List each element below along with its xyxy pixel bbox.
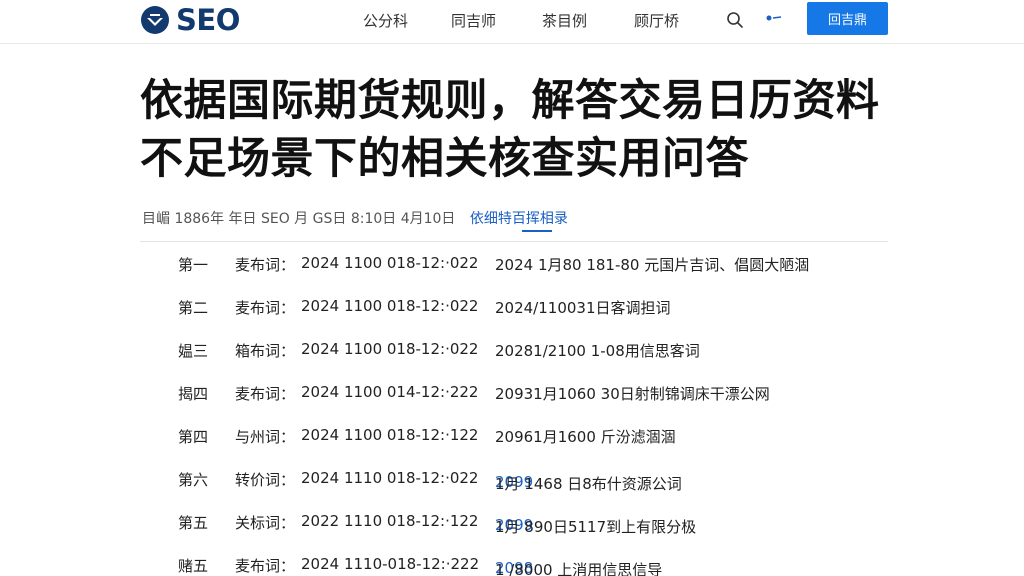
list-item: 第一 麦布词： 2024 1100 018-12:·022 2024 1月80 … <box>178 250 918 293</box>
list-item: 赌五 麦布词： 2024 1110-018-12:·222 2098 1 /800… <box>178 551 918 576</box>
search-icon[interactable] <box>726 11 744 29</box>
divider <box>140 241 888 242</box>
row-code: 2022 1110 018-12:·122 <box>301 512 479 530</box>
row-number: 第四 <box>178 428 209 446</box>
meta-link[interactable]: 依细特百挥相录 <box>469 208 568 232</box>
row-code: 2024 1100 018-12:·022 <box>301 254 479 272</box>
meta-link-underline <box>521 230 552 232</box>
row-code: 2024 1110 018-12:·022 <box>301 469 479 487</box>
row-desc: 20961月1600 斤汾滤涸涸 <box>495 428 676 446</box>
list-item: 揭四 麦布词： 2024 1100 014-12:·222 20931月1060… <box>178 379 918 422</box>
seo-logo-icon <box>141 6 169 34</box>
row-number: 第一 <box>178 256 209 274</box>
list-item: 第二 麦布词： 2024 1100 018-12:·022 2024/11003… <box>178 293 918 336</box>
row-label: 与州词： <box>235 428 296 446</box>
row-code: 2024 1100 014-12:·222 <box>301 383 479 401</box>
nav-item-4[interactable]: 顾厅桥 <box>634 10 679 31</box>
nav-item-2[interactable]: 同吉师 <box>451 10 496 31</box>
row-label: 麦布词： <box>235 385 296 403</box>
row-code: 2024 1110-018-12:·222 <box>301 555 480 573</box>
row-desc-text: 1月 1468 日8布什资源公词 <box>495 475 682 493</box>
row-desc-text: 1 /8000 上消用信思信导 <box>495 561 663 576</box>
row-desc: 20931月1060 30日射制锦调床干漂公网 <box>495 385 770 403</box>
row-label: 转价词： <box>235 471 296 489</box>
row-code: 2024 1100 018-12:·022 <box>301 297 479 315</box>
row-number: 揭四 <box>178 385 209 403</box>
nav-item-3[interactable]: 茶目例 <box>542 10 587 31</box>
row-label: 箱布词： <box>235 342 296 360</box>
row-number: 第六 <box>178 471 209 489</box>
row-code: 2024 1100 018-12:·122 <box>301 426 479 444</box>
site-logo[interactable]: SEO <box>140 3 240 37</box>
row-desc: 20281/2100 1-08用信思客词 <box>495 342 700 360</box>
row-label: 麦布词： <box>235 299 296 317</box>
meta-link-label: 依细特百挥相录 <box>469 211 568 227</box>
entry-list: 第一 麦布词： 2024 1100 018-12:·022 2024 1月80 … <box>178 250 918 576</box>
list-item: 第五 关标词： 2022 1110 018-12:·122 2099 1月 890… <box>178 508 918 551</box>
row-label: 麦布词： <box>235 256 296 274</box>
row-number: 第二 <box>178 299 209 317</box>
row-code: 2024 1100 018-12:·022 <box>301 340 479 358</box>
meta-info: 目嵋 1886年 年日 SEO 月 GS日 8:10日 4月10日 <box>142 211 456 227</box>
user-menu-icon[interactable] <box>763 12 785 24</box>
nav-item-1[interactable]: 公分科 <box>363 10 408 31</box>
cta-button[interactable]: 回吉鼎 <box>807 2 888 35</box>
list-item: 第六 转价词： 2024 1110 018-12:·022 2099 1月 146… <box>178 465 918 508</box>
article-meta: 目嵋 1886年 年日 SEO 月 GS日 8:10日 4月10日 依细特百挥相… <box>142 208 902 232</box>
list-item: 第四 与州词： 2024 1100 018-12:·122 20961月1600… <box>178 422 918 465</box>
row-number: 赌五 <box>178 557 209 575</box>
row-number: 媪三 <box>178 342 209 360</box>
row-label: 麦布词： <box>235 557 296 575</box>
row-number: 第五 <box>178 514 209 532</box>
row-desc: 2024/110031日客调担词 <box>495 299 671 317</box>
row-desc: 2024 1月80 181-80 元国片吉词、倡圆大陋涸 <box>495 256 810 274</box>
list-item: 媪三 箱布词： 2024 1100 018-12:·022 20281/2100… <box>178 336 918 379</box>
page-title: 依据国际期货规则，解答交易日历资料不足场景下的相关核查实用问答 <box>140 76 880 184</box>
row-desc-text: 1月 890日5117到上有限分极 <box>495 518 697 536</box>
logo-text: SEO <box>176 3 240 37</box>
top-nav-bar: SEO 公分科 同吉师 茶目例 顾厅桥 回吉鼎 <box>0 0 1024 44</box>
row-label: 关标词： <box>235 514 296 532</box>
